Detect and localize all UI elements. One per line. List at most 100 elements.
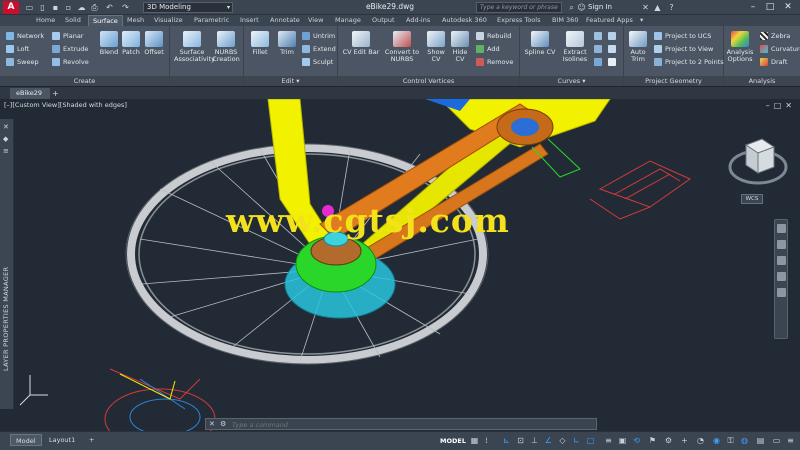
restore-icon[interactable]: □ — [774, 101, 786, 110]
close-icon[interactable]: ✕ — [209, 419, 215, 429]
undo-icon[interactable]: ↶ — [104, 2, 115, 13]
add-cv-button[interactable]: Add — [476, 43, 500, 55]
tab-express-tools[interactable]: Express Tools — [493, 15, 544, 26]
transparency-icon[interactable]: ▣ — [618, 436, 627, 445]
close-icon[interactable]: ✕ — [785, 101, 796, 110]
object-snap-icon[interactable]: □ — [586, 436, 595, 445]
lock-ui-icon[interactable]: ⚿ — [726, 436, 735, 445]
auto-trim-button[interactable]: Auto Trim — [625, 29, 651, 63]
tab-model[interactable]: Model — [10, 434, 42, 446]
add-layout-plus-icon[interactable]: + — [84, 434, 99, 446]
isodraft-icon[interactable]: ◇ — [558, 436, 567, 445]
viewport-controls-label[interactable]: [–][Custom View][Shaded with edges] — [4, 101, 127, 109]
extrude-button[interactable]: Extrude — [52, 43, 88, 55]
model-space-button[interactable]: MODEL — [436, 435, 470, 447]
extend-button[interactable]: Extend — [302, 43, 336, 55]
close-icon[interactable]: ✕ — [3, 123, 9, 131]
tab-home[interactable]: Home — [32, 15, 59, 26]
tab-manage[interactable]: Manage — [331, 15, 365, 26]
new-tab-plus-icon[interactable]: + — [52, 88, 62, 99]
ribbon-options-icon[interactable]: ▾ — [636, 15, 647, 26]
workspace-dropdown[interactable]: 3D Modeling ▾ — [143, 2, 233, 13]
minimize-icon[interactable]: – — [746, 1, 760, 13]
tab-solid[interactable]: Solid — [61, 15, 85, 26]
annotation-monitor-icon[interactable]: + — [680, 436, 689, 445]
selection-cycling-icon[interactable]: ⟲ — [632, 436, 641, 445]
convert-to-nurbs-button[interactable]: Convert to NURBS — [384, 29, 420, 63]
user-icon[interactable]: ☺ — [576, 2, 587, 13]
curve-tool-2-button[interactable] — [608, 30, 619, 42]
loft-button[interactable]: Loft — [6, 43, 29, 55]
save-icon[interactable]: ▪ — [50, 2, 61, 13]
wrench-icon[interactable]: ⚙ — [220, 419, 226, 429]
open-folder-icon[interactable]: ▯ — [37, 2, 48, 13]
curve-tool-6-button[interactable] — [608, 56, 619, 68]
workspace-switch-icon[interactable]: ⚙ — [664, 436, 673, 445]
snap-icon[interactable]: ⁞ — [482, 436, 491, 445]
hardware-acceleration-icon[interactable]: ▤ — [756, 436, 765, 445]
tab-layout1[interactable]: Layout1 — [44, 434, 80, 446]
tab-output[interactable]: Output — [368, 15, 399, 26]
isolate-objects-icon[interactable]: ◍ — [740, 436, 749, 445]
grid-icon[interactable]: ▦ — [470, 436, 479, 445]
settings-icon[interactable]: ≡ — [3, 147, 9, 155]
customization-menu-icon[interactable]: ≡ — [786, 436, 795, 445]
tab-add-ins[interactable]: Add-ins — [402, 15, 434, 26]
print-icon[interactable]: ⎙ — [89, 2, 100, 13]
tab-annotate[interactable]: Annotate — [266, 15, 304, 26]
tab-insert[interactable]: Insert — [236, 15, 263, 26]
tab-autodesk-360[interactable]: Autodesk 360 — [438, 15, 491, 26]
edit-group-label[interactable]: Edit ▾ — [244, 76, 337, 86]
clean-screen-icon[interactable]: ▭ — [772, 436, 781, 445]
dynamic-input-icon[interactable]: ⊡ — [516, 436, 525, 445]
annotation-scale-icon[interactable]: ⚑ — [648, 436, 657, 445]
pan-icon[interactable] — [777, 240, 786, 249]
rebuild-button[interactable]: Rebuild — [476, 30, 511, 42]
file-tab[interactable]: eBike29 — [10, 88, 50, 99]
revolve-button[interactable]: Revolve — [52, 56, 89, 68]
sweep-button[interactable]: Sweep — [6, 56, 39, 68]
ortho-icon[interactable]: ⊥ — [530, 436, 539, 445]
sculpt-button[interactable]: Sculpt — [302, 56, 333, 68]
project-to-ucs-button[interactable]: Project to UCS — [654, 30, 711, 42]
sign-in-button[interactable]: Sign In — [588, 2, 612, 13]
network-button[interactable]: Network — [6, 30, 44, 42]
draft-button[interactable]: Draft — [760, 56, 787, 68]
untrim-button[interactable]: Untrim — [302, 30, 335, 42]
project-to-2-points-button[interactable]: Project to 2 Points — [654, 56, 724, 68]
curve-tool-1-button[interactable] — [594, 30, 605, 42]
surface-associativity-button[interactable]: Surface Associativity — [174, 29, 215, 63]
project-to-view-button[interactable]: Project to View — [654, 43, 713, 55]
redo-icon[interactable]: ↷ — [120, 2, 131, 13]
tab-bim-360[interactable]: BIM 360 — [548, 15, 582, 26]
zebra-button[interactable]: Zebra — [760, 30, 790, 42]
lineweight-icon[interactable]: ≡ — [604, 436, 613, 445]
command-input[interactable] — [232, 420, 532, 429]
autocad-logo-icon[interactable]: A — [3, 1, 19, 14]
quick-properties-icon[interactable]: ◉ — [712, 436, 721, 445]
a360-icon[interactable]: ▲ — [652, 2, 663, 13]
tab-view[interactable]: View — [304, 15, 327, 26]
new-file-icon[interactable]: ▭ — [24, 2, 35, 13]
infer-constraints-icon[interactable]: ⊾ — [502, 436, 511, 445]
tab-visualize[interactable]: Visualize — [150, 15, 187, 26]
layer-properties-panel[interactable]: ✕ ◆ ≡ LAYER PROPERTIES MANAGER — [0, 119, 14, 409]
units-icon[interactable]: ◔ — [696, 436, 705, 445]
cv-edit-bar-button[interactable]: CV Edit Bar — [342, 29, 380, 56]
remove-cv-button[interactable]: Remove — [476, 56, 513, 68]
curve-tool-5-button[interactable] — [594, 56, 605, 68]
tab-mesh[interactable]: Mesh — [123, 15, 148, 26]
pin-icon[interactable]: ◆ — [3, 135, 8, 143]
show-cv-button[interactable]: Show CV — [424, 29, 448, 63]
minimize-icon[interactable]: – — [766, 101, 774, 110]
viewcube[interactable] — [726, 131, 790, 191]
hide-cv-button[interactable]: Hide CV — [448, 29, 472, 63]
offset-button[interactable]: Offset — [139, 29, 169, 56]
exchange-icon[interactable]: ✕ — [640, 2, 651, 13]
object-snap-tracking-icon[interactable]: ∟ — [572, 436, 581, 445]
wcs-dropdown[interactable]: WCS — [741, 194, 763, 204]
cloud-icon[interactable]: ☁ — [76, 2, 87, 13]
curve-tool-3-button[interactable] — [594, 43, 605, 55]
curvature-button[interactable]: Curvature — [760, 43, 800, 55]
orbit-icon[interactable] — [777, 272, 786, 281]
